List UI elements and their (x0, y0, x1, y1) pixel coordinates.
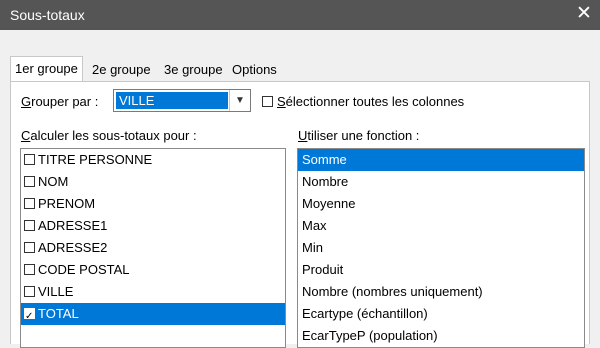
group-by-label: Grouper par : (21, 94, 99, 109)
function-item[interactable]: Min (298, 237, 584, 259)
close-icon[interactable]: ✕ (574, 4, 594, 24)
checkbox-icon[interactable] (24, 306, 35, 328)
function-item[interactable]: Max (298, 215, 584, 237)
checkbox-icon[interactable] (24, 264, 35, 275)
chevron-down-icon[interactable]: ▼ (229, 90, 250, 111)
field-item[interactable]: ADRESSE1 (21, 215, 285, 237)
field-item[interactable]: VILLE (21, 281, 285, 303)
checkbox-icon[interactable] (24, 198, 35, 209)
function-item[interactable]: Somme (298, 149, 584, 171)
select-all-columns-checkbox[interactable]: Sélectionner toutes les colonnes (262, 94, 464, 109)
title-bar: Sous-totaux ✕ (0, 0, 600, 30)
tab-label: 1er groupe (15, 61, 78, 76)
field-item[interactable]: NOM (21, 171, 285, 193)
window-title: Sous-totaux (10, 7, 85, 23)
tab-3e-groupe[interactable]: 3e groupe (160, 58, 227, 82)
field-item-label: PRENOM (38, 196, 96, 211)
tab-1er-groupe[interactable]: 1er groupe (10, 56, 83, 82)
field-item-label: CODE POSTAL (38, 262, 130, 277)
checkbox-icon[interactable] (24, 286, 35, 297)
field-item[interactable]: PRENOM (21, 193, 285, 215)
checkbox-icon[interactable] (262, 96, 273, 107)
tab-label: Options (232, 62, 277, 77)
tab-label: 3e groupe (164, 62, 223, 77)
field-item[interactable]: CODE POSTAL (21, 259, 285, 281)
tab-label: 2e groupe (92, 62, 151, 77)
function-item[interactable]: Moyenne (298, 193, 584, 215)
group-by-select[interactable]: VILLE ▼ (113, 89, 251, 112)
function-item[interactable]: Nombre (nombres uniquement) (298, 281, 584, 303)
tab-2e-groupe[interactable]: 2e groupe (88, 58, 155, 82)
tab-options[interactable]: Options (228, 58, 281, 82)
field-item-label: NOM (38, 174, 69, 189)
field-item-label: ADRESSE1 (38, 218, 108, 233)
field-item[interactable]: ADRESSE2 (21, 237, 285, 259)
use-function-label: Utiliser une fonction : (298, 128, 420, 143)
field-item-label: ADRESSE2 (38, 240, 108, 255)
checkbox-icon[interactable] (24, 154, 35, 165)
checkbox-icon[interactable] (24, 220, 35, 231)
field-item-label: TOTAL (38, 306, 79, 321)
functions-listbox[interactable]: Somme Nombre Moyenne Max Min Produit Nombre (n… (297, 148, 585, 348)
fields-listbox[interactable]: TITRE PERSONNE NOM PRENOM ADRESSE1 ADRESSE2 C… (20, 148, 286, 348)
field-item-label: TITRE PERSONNE (38, 152, 153, 167)
checkbox-icon[interactable] (24, 176, 35, 187)
field-item-label: VILLE (38, 284, 74, 299)
calculate-subtotals-label: Calculer les sous-totaux pour : (21, 128, 197, 143)
function-item[interactable]: Ecartype (échantillon) (298, 303, 584, 325)
field-item[interactable]: TITRE PERSONNE (21, 149, 285, 171)
field-item[interactable]: TOTAL (21, 303, 285, 328)
function-item[interactable]: Nombre (298, 171, 584, 193)
group-by-value: VILLE (116, 92, 228, 109)
function-item[interactable]: Produit (298, 259, 584, 281)
checkbox-icon[interactable] (24, 242, 35, 253)
